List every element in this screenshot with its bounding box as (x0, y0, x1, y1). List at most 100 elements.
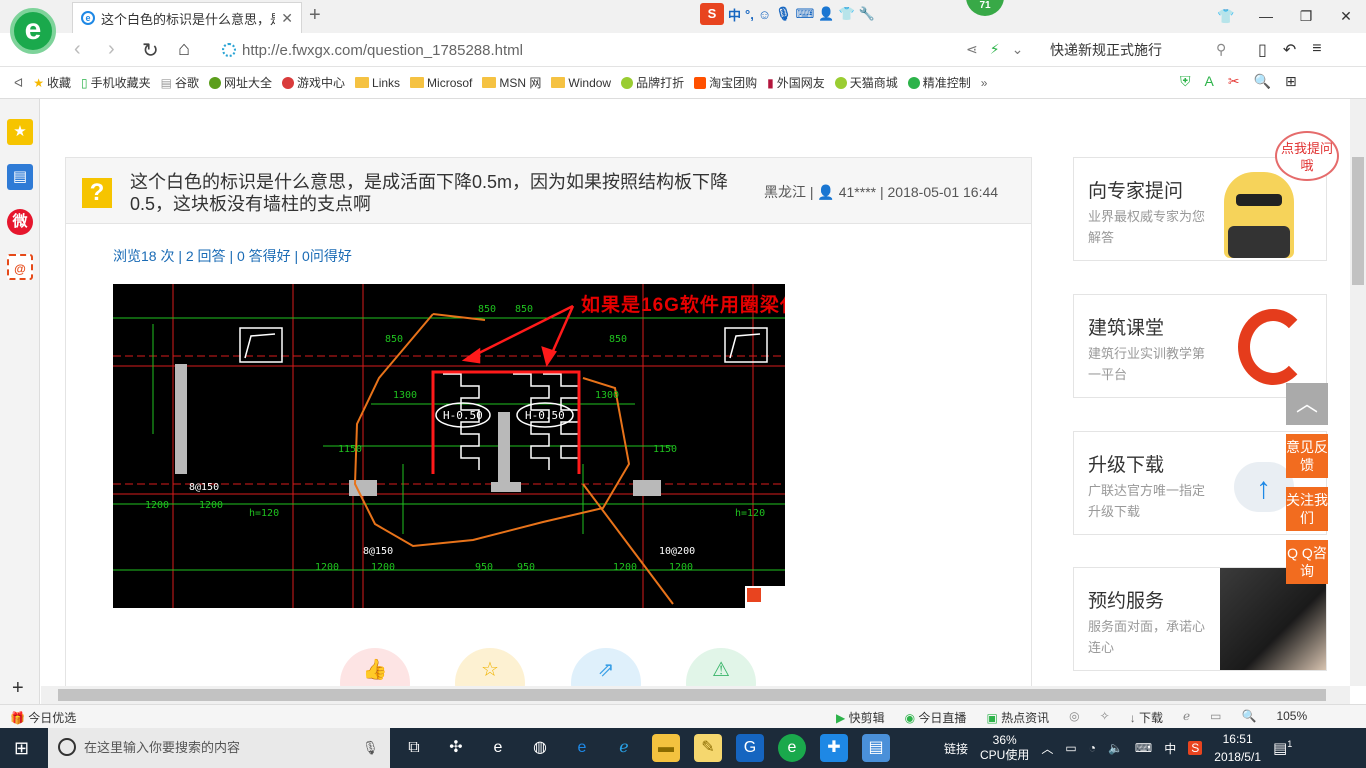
notification-icon[interactable]: ▤1 (1273, 739, 1292, 757)
menu-icon[interactable]: ≡ (1312, 40, 1321, 60)
bookmark-item[interactable]: ▤ 谷歌 (161, 74, 199, 91)
reading-list-icon[interactable]: ▤ (7, 164, 33, 190)
keyboard-icon[interactable]: ⌨ (796, 6, 815, 22)
close-tab-icon[interactable]: ✕ (281, 10, 293, 27)
zoom-status-icon[interactable]: 🔍 (1242, 709, 1257, 726)
bookmark-item[interactable]: 品牌打折 (621, 74, 684, 91)
refresh-icon[interactable]: ↻ (142, 38, 159, 63)
status-clip[interactable]: ▶ 快剪辑 (836, 709, 885, 726)
status-live[interactable]: ◉ 今日直播 (905, 709, 967, 726)
ie-icon[interactable]: ℯ (610, 734, 638, 762)
search-icon[interactable]: ⚲ (1216, 41, 1226, 58)
url-field[interactable]: http://e.fwxgx.com/question_1785288.html (222, 36, 742, 64)
feedback-button[interactable]: 意见反馈 (1286, 434, 1328, 478)
bookmark-item[interactable]: 精准控制 (907, 74, 971, 91)
mail-icon[interactable]: @ (7, 254, 33, 280)
shield-icon[interactable]: ⛨ (1180, 73, 1191, 90)
notes-icon[interactable]: ✎ (694, 734, 722, 762)
bookmark-item[interactable]: 淘宝团购 (694, 74, 757, 91)
add-sidebar-icon[interactable]: + (12, 677, 24, 700)
browser-logo-icon[interactable]: e (10, 8, 56, 54)
share-icon[interactable]: ⋖ (966, 41, 978, 58)
glodon-g-icon[interactable]: G (736, 734, 764, 762)
qq-consult-button[interactable]: Q Q咨询 (1286, 540, 1328, 584)
sogou-tray-icon[interactable]: S (1188, 741, 1203, 755)
edge-e-icon[interactable]: e (484, 734, 512, 762)
favorites-star-icon[interactable]: ★ (7, 119, 33, 145)
bookmark-item[interactable]: 游戏中心 (282, 74, 345, 91)
swirl-app-icon[interactable]: ◍ (526, 734, 554, 762)
ask-bubble[interactable]: 点我提问哦 (1275, 131, 1339, 181)
battery-icon[interactable]: ▭ (1065, 741, 1076, 755)
vertical-scroll-thumb[interactable] (1352, 157, 1364, 285)
wrench-icon[interactable]: 🔧 (859, 6, 875, 22)
skin-icon[interactable]: 👕 (1206, 0, 1246, 32)
clock[interactable]: 16:51 2018/5/1 (1214, 730, 1261, 766)
link-label[interactable]: 链接 (944, 740, 968, 757)
bookmark-item[interactable]: ▮ 外国网友 (767, 74, 825, 91)
favorite-button[interactable]: ☆ (455, 648, 525, 686)
bookmark-item[interactable]: Microsof (410, 76, 472, 90)
forward-icon[interactable]: › (108, 38, 115, 61)
task-view-icon[interactable]: ⧉ (400, 734, 428, 762)
fan-app-icon[interactable]: ✣ (442, 734, 470, 762)
home-icon[interactable]: ⌂ (178, 38, 190, 61)
ie-mode-icon[interactable]: ℯ (1183, 709, 1190, 726)
bookmark-item[interactable]: Links (355, 76, 400, 90)
scissors-icon[interactable]: ✂ (1228, 73, 1240, 90)
shirt-icon[interactable]: 👕 (839, 6, 855, 22)
grid-icon[interactable]: ⊞ (1285, 73, 1297, 90)
tray-up-icon[interactable]: ︿ (1041, 740, 1053, 757)
chevron-down-icon[interactable]: ⌄ (1012, 41, 1024, 58)
mic-icon[interactable]: 🎙 (362, 728, 379, 768)
edge-icon[interactable]: e (568, 734, 596, 762)
bookmark-item[interactable]: Window (551, 76, 611, 90)
taskbar-search-input[interactable]: 在这里输入你要搜索的内容 🎙 (48, 728, 390, 768)
ime-punct[interactable]: °, (745, 7, 754, 22)
score-badge[interactable]: 71 (966, 0, 1004, 16)
bookmark-item[interactable]: ▯ 手机收藏夹 (81, 74, 151, 91)
keyboard-icon[interactable]: ⌨ (1135, 741, 1152, 755)
plus-app-icon[interactable]: ✚ (820, 734, 848, 762)
translate-icon[interactable]: A (1205, 73, 1214, 90)
bookmark-item[interactable]: ★ 收藏 (33, 74, 71, 91)
cad-drawing-image[interactable]: H-0.50 H-0.50 850 850 850 850 1300 1300 … (113, 284, 785, 608)
windows-start-icon[interactable]: ⊞ (14, 738, 29, 759)
zoom-icon[interactable]: 🔍 (1254, 73, 1271, 90)
cpu-usage[interactable]: 36% CPU使用 (980, 733, 1029, 763)
horizontal-scroll-thumb[interactable] (58, 689, 1326, 701)
explorer-icon[interactable]: ▬ (652, 734, 680, 762)
bookmark-item[interactable]: MSN 网 (482, 74, 541, 91)
bookmark-item[interactable]: 天猫商城 (834, 74, 898, 91)
report-button[interactable]: ⚠ (686, 648, 756, 686)
follow-button[interactable]: 关注我们 (1286, 487, 1328, 531)
lightning-icon[interactable]: ⚡ (990, 41, 1000, 58)
browser-360-icon[interactable]: e (778, 734, 806, 762)
status-download[interactable]: ↓ 下载 (1130, 709, 1163, 726)
wifi-icon[interactable]: ◔ (1089, 741, 1096, 755)
window-icon[interactable]: ▭ (1210, 709, 1221, 726)
minimize-button[interactable]: — (1246, 0, 1286, 32)
emoji-icon[interactable]: ☺ (758, 7, 771, 22)
back-to-top-button[interactable]: ︿ (1286, 383, 1328, 425)
share-button[interactable]: ⇗ (571, 648, 641, 686)
sidebar-toggle-icon[interactable]: ᐊ (14, 76, 23, 90)
ime-toolbar[interactable]: S 中 °, ☺ 🎙 ⌨ 👤 👕 🔧 (700, 3, 875, 25)
active-tab[interactable]: e 这个白色的标识是什么意思，是成 ✕ (72, 2, 302, 33)
ime-indicator[interactable]: 中 (1164, 740, 1176, 757)
restore-button[interactable]: ❐ (1286, 0, 1326, 32)
status-today-picks[interactable]: 🎁 今日优选 (10, 709, 76, 726)
zoom-level[interactable]: 105% (1276, 709, 1307, 726)
more-bookmarks-icon[interactable]: » (981, 76, 988, 90)
bookmark-item[interactable]: 网址大全 (209, 74, 272, 91)
speed-icon[interactable]: ◎ (1069, 709, 1079, 726)
undo-icon[interactable]: ↶ (1283, 40, 1296, 60)
mic-icon[interactable]: 🎙 (775, 6, 792, 22)
new-tab-button[interactable]: + (309, 4, 321, 27)
tools-icon[interactable]: ✧ (1100, 709, 1110, 726)
ime-mode[interactable]: 中 (728, 5, 741, 24)
phone-icon[interactable]: ▯ (1258, 40, 1267, 60)
user-icon[interactable]: 👤 (818, 6, 834, 22)
weibo-icon[interactable]: 微 (7, 209, 33, 235)
like-button[interactable]: 👍 (340, 648, 410, 686)
